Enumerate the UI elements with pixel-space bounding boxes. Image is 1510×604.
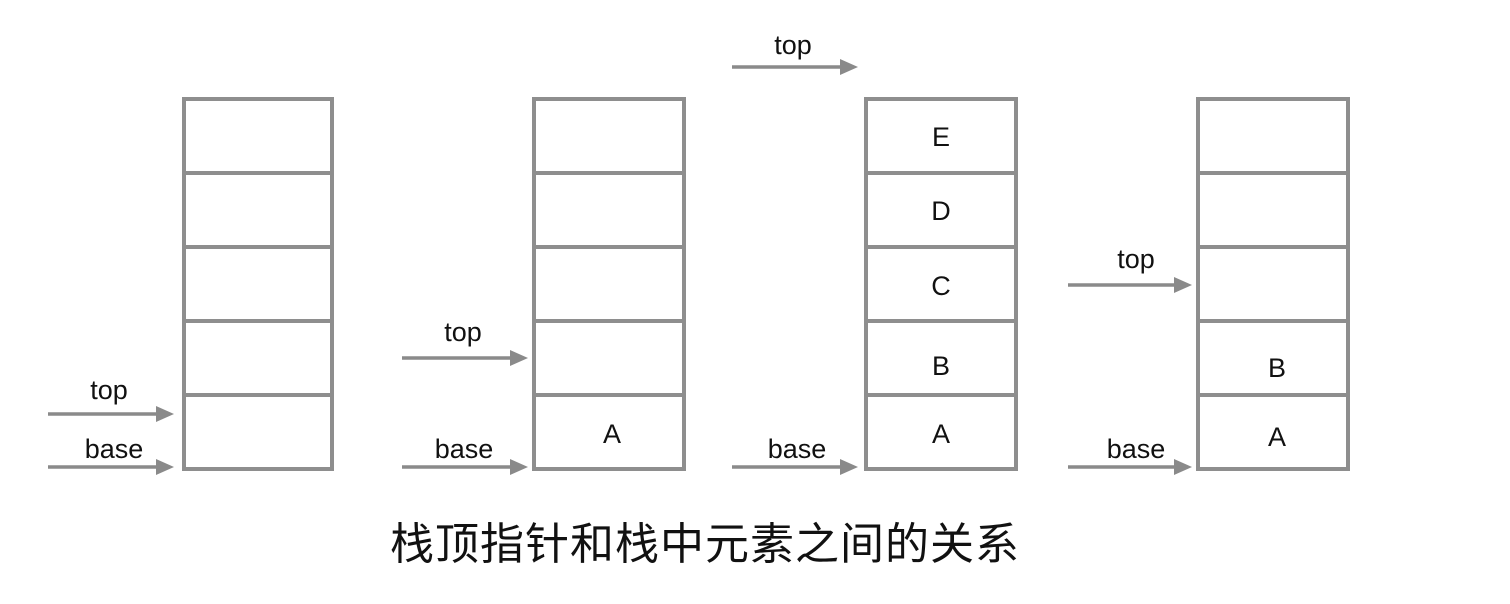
stack-1-cell-2 bbox=[532, 245, 686, 323]
stack-0-base-pointer: base bbox=[48, 434, 174, 475]
stack-2-cell-0-label: A bbox=[932, 419, 950, 449]
base-label: base bbox=[435, 434, 494, 464]
arrow-head-icon bbox=[840, 459, 858, 475]
stack-3-top-pointer: top bbox=[1068, 244, 1192, 293]
stack-2-cell-1-label: B bbox=[932, 351, 950, 381]
top-label: top bbox=[774, 30, 812, 60]
stack-0-cell-3 bbox=[182, 171, 334, 249]
stack-2: E D C B A top base bbox=[732, 30, 1018, 475]
base-label: base bbox=[85, 434, 144, 464]
diagram-caption: 栈顶指针和栈中元素之间的关系 bbox=[390, 519, 1020, 570]
arrow-head-icon bbox=[510, 350, 528, 366]
stack-2-top-pointer: top bbox=[732, 30, 858, 75]
stack-1-cell-0-label: A bbox=[603, 419, 621, 449]
stack-0-cell-0 bbox=[182, 393, 334, 471]
stack-3-cell-1-label: B bbox=[1268, 353, 1286, 383]
stack-1-cell-4 bbox=[532, 97, 686, 175]
stack-3-base-pointer: base bbox=[1068, 434, 1192, 475]
stack-0-cell-2 bbox=[182, 245, 334, 323]
stack-0: top base bbox=[48, 97, 334, 475]
stack-2-base-pointer: base bbox=[732, 434, 858, 475]
stack-1: A top base bbox=[402, 97, 686, 475]
stack-3: B A top base bbox=[1068, 97, 1350, 475]
arrow-head-icon bbox=[1174, 277, 1192, 293]
stack-2-cell-2-label: C bbox=[931, 271, 951, 301]
arrow-head-icon bbox=[156, 406, 174, 422]
arrow-head-icon bbox=[156, 459, 174, 475]
top-label: top bbox=[90, 375, 128, 405]
stack-1-cell-3 bbox=[532, 171, 686, 249]
stack-3-cell-3 bbox=[1196, 171, 1350, 249]
arrow-head-icon bbox=[840, 59, 858, 75]
stack-2-cell-4-label: E bbox=[932, 122, 950, 152]
stack-3-cell-4 bbox=[1196, 97, 1350, 175]
stack-1-cell-1 bbox=[532, 319, 686, 397]
stack-0-top-pointer: top bbox=[48, 375, 174, 422]
stack-0-cell-4 bbox=[182, 97, 334, 175]
stack-1-top-pointer: top bbox=[402, 317, 528, 366]
arrow-head-icon bbox=[1174, 459, 1192, 475]
base-label: base bbox=[768, 434, 827, 464]
base-label: base bbox=[1107, 434, 1166, 464]
top-label: top bbox=[1117, 244, 1155, 274]
stack-3-cell-0-label: A bbox=[1268, 422, 1286, 452]
stack-1-base-pointer: base bbox=[402, 434, 528, 475]
stack-0-cell-1 bbox=[182, 319, 334, 397]
stack-2-cell-3-label: D bbox=[931, 196, 951, 226]
arrow-head-icon bbox=[510, 459, 528, 475]
stack-3-cell-2 bbox=[1196, 245, 1350, 323]
top-label: top bbox=[444, 317, 482, 347]
